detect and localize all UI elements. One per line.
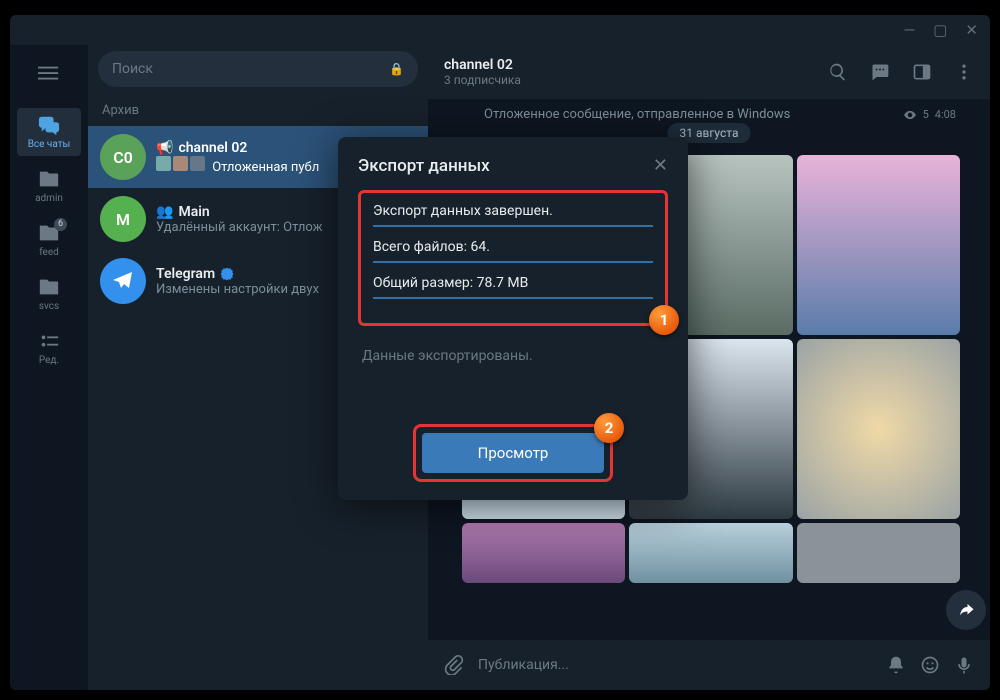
avatar	[100, 258, 146, 304]
avatar: M	[100, 196, 146, 242]
conversation-header[interactable]: channel 02 3 подписчика	[428, 45, 990, 99]
composer-input[interactable]: Публикация...	[478, 657, 872, 673]
eye-icon	[903, 108, 917, 122]
close-icon[interactable]: ✕	[653, 155, 668, 176]
search-icon[interactable]	[828, 62, 848, 82]
dialog-title: Экспорт данных	[358, 156, 490, 176]
share-fab[interactable]	[946, 590, 986, 630]
rail-item-edit[interactable]: Ред.	[17, 324, 81, 372]
rail-label: Ред.	[39, 355, 59, 366]
megaphone-icon: 📢	[156, 140, 173, 156]
export-files-line: Всего файлов: 64.	[373, 239, 653, 263]
media-thumbs	[156, 156, 205, 171]
rail-item-admin[interactable]: admin	[17, 162, 81, 210]
rail-label: Все чаты	[28, 139, 71, 150]
lock-icon: 🔒	[389, 62, 404, 76]
attach-icon[interactable]	[444, 655, 464, 675]
search-input[interactable]: Поиск 🔒	[98, 51, 418, 87]
window-titlebar: — ▢ ✕	[10, 15, 990, 45]
composer: Публикация...	[428, 640, 990, 690]
minimize-button[interactable]: —	[904, 21, 916, 39]
verified-icon	[220, 267, 234, 281]
archive-header[interactable]: Архив	[88, 97, 428, 126]
export-status-line: Экспорт данных завершен.	[373, 203, 653, 227]
search-placeholder: Поиск	[112, 61, 153, 77]
menu-icon[interactable]	[38, 63, 60, 90]
sidepanel-icon[interactable]	[912, 62, 932, 82]
annotation-marker-1: 1	[649, 305, 679, 335]
maximize-button[interactable]: ▢	[933, 21, 947, 39]
mic-icon[interactable]	[954, 655, 974, 675]
annotation-marker-2: 2	[594, 413, 624, 443]
export-data-dialog: Экспорт данных ✕ Экспорт данных завершен…	[338, 137, 688, 500]
old-message-row: Отложенное сообщение, отправленное в Win…	[484, 107, 976, 122]
avatar: C0	[100, 134, 146, 180]
rail-item-all-chats[interactable]: Все чаты	[17, 108, 81, 156]
export-summary-box: Экспорт данных завершен. Всего файлов: 6…	[358, 190, 668, 326]
chat-title: channel 02	[444, 57, 521, 73]
rail-label: admin	[35, 193, 63, 204]
rail-label: svcs	[39, 301, 59, 312]
export-size-line: Общий размер: 78.7 MB	[373, 275, 653, 299]
view-button-highlight: Просмотр 2	[413, 424, 613, 482]
rail-badge: 6	[54, 218, 67, 231]
rail-item-svcs[interactable]: svcs	[17, 270, 81, 318]
chat-subtitle: 3 подписчика	[444, 73, 521, 87]
view-button[interactable]: Просмотр	[422, 433, 604, 473]
folders-rail: Все чаты admin 6 feed svcs Ред.	[10, 45, 88, 690]
rail-item-feed[interactable]: 6 feed	[17, 216, 81, 264]
bell-icon[interactable]	[886, 655, 906, 675]
comments-icon[interactable]	[870, 62, 890, 82]
emoji-icon[interactable]	[920, 655, 940, 675]
rail-label: feed	[39, 247, 59, 258]
group-icon: 👥	[156, 204, 173, 220]
more-icon[interactable]	[954, 62, 974, 82]
close-window-button[interactable]: ✕	[965, 21, 978, 39]
export-note: Данные экспортированы.	[362, 348, 664, 364]
